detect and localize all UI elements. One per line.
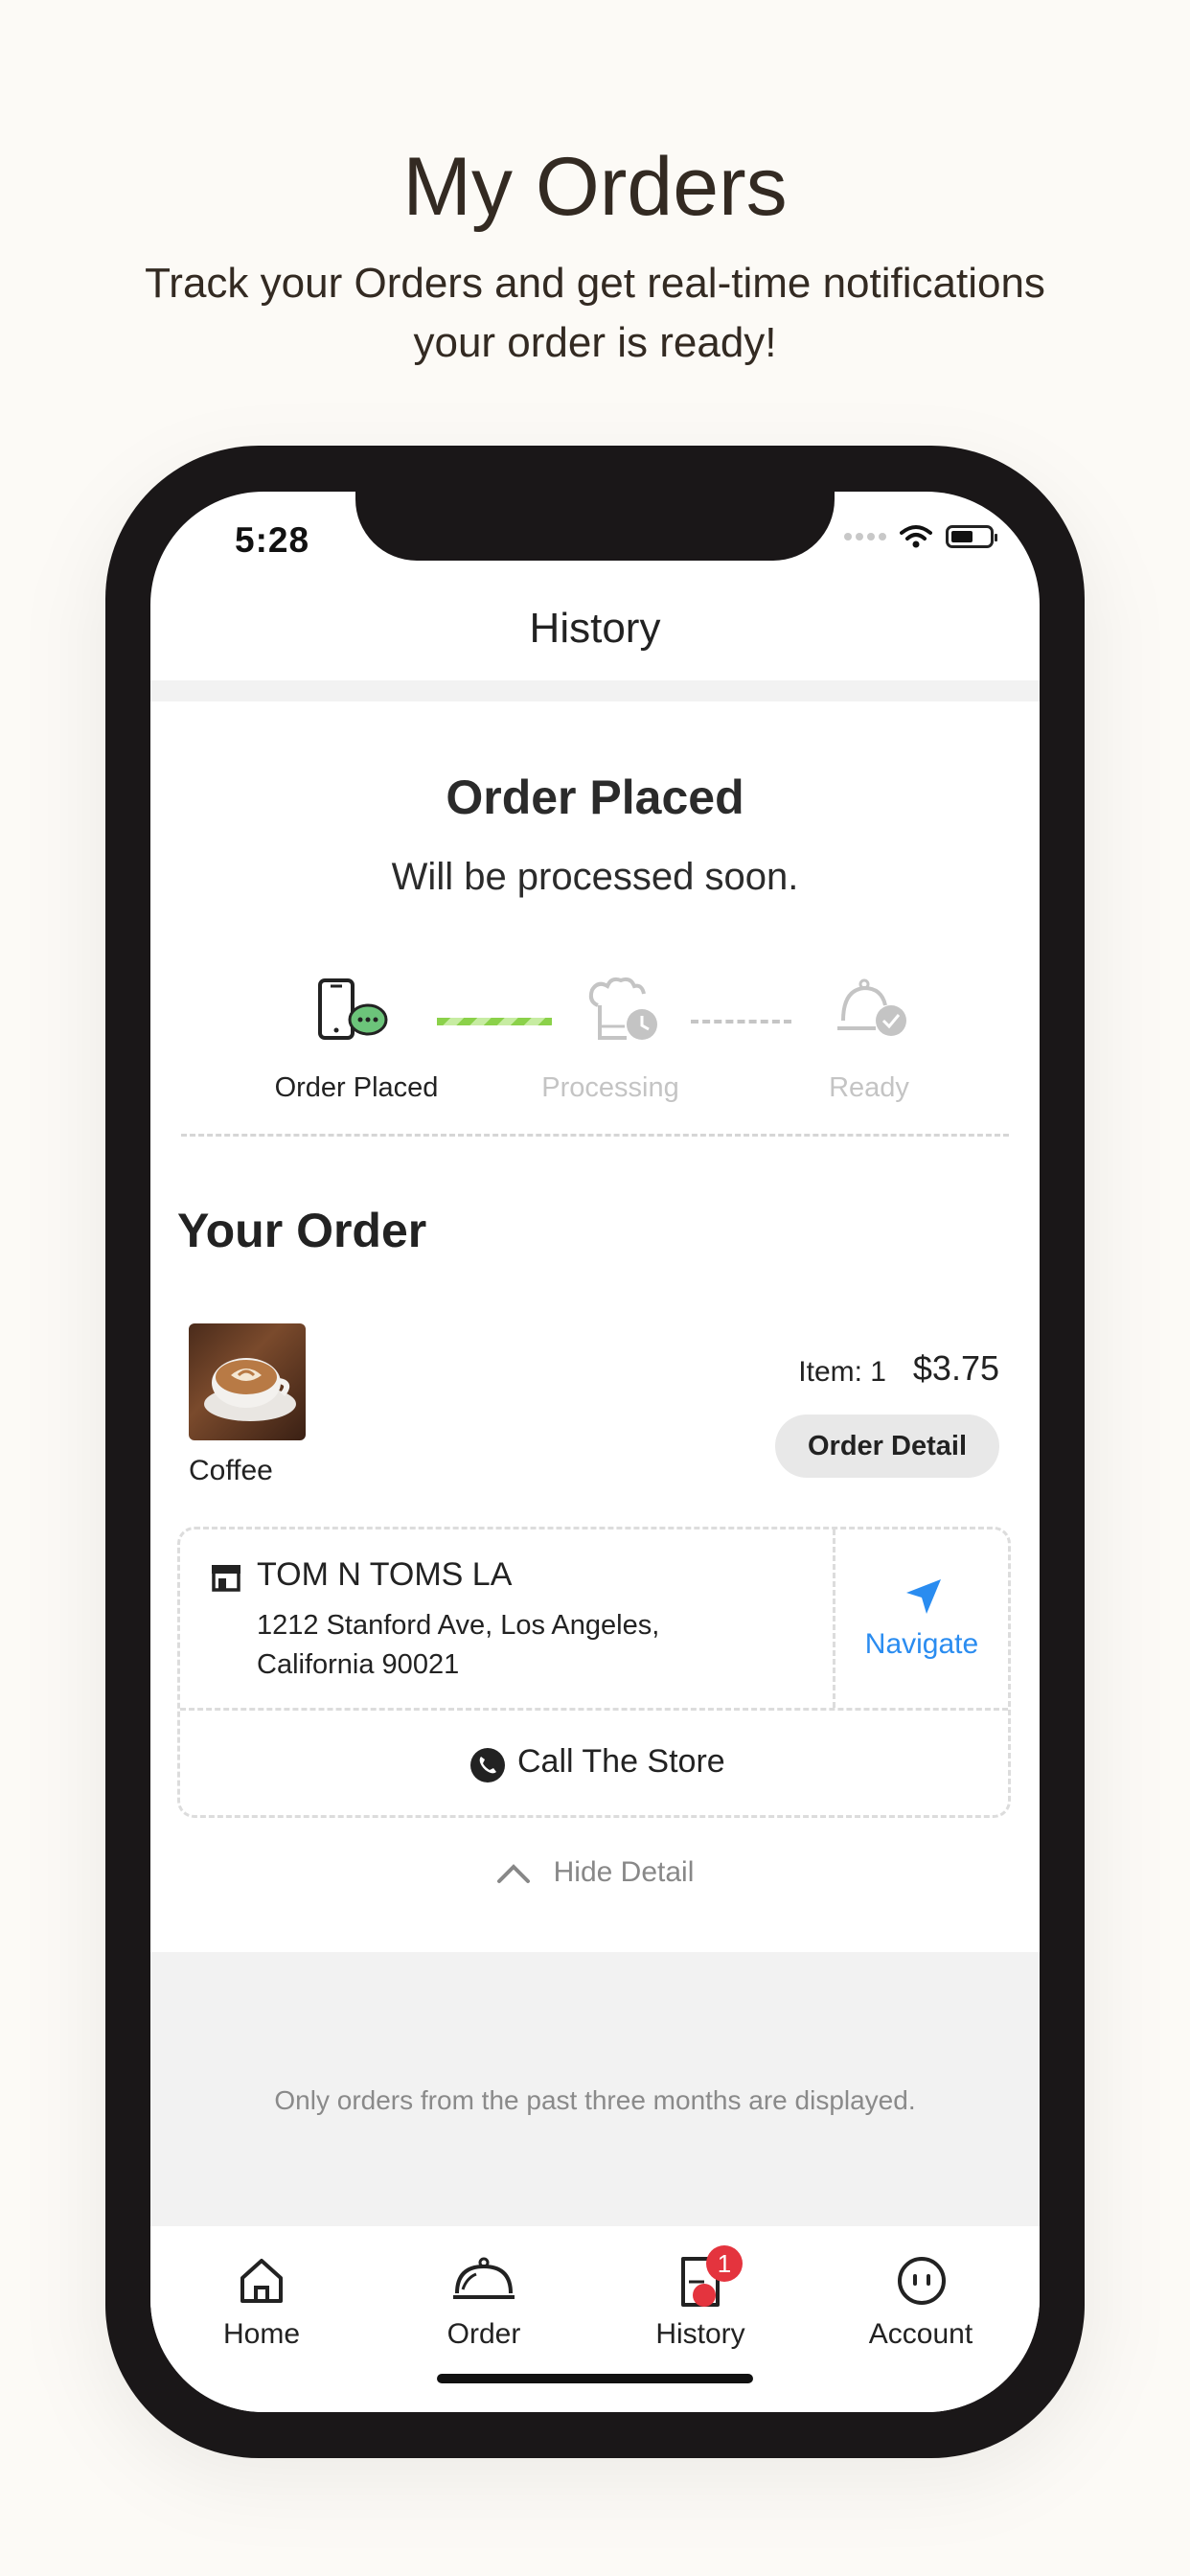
coffee-cup-icon: [204, 1358, 296, 1421]
promo-subtitle-line2: your order is ready!: [413, 319, 777, 366]
hide-detail-label: Hide Detail: [553, 1856, 695, 1888]
promo-subtitle-line1: Track your Orders and get real-time noti…: [145, 260, 1045, 307]
navigate-label: Navigate: [864, 1628, 979, 1660]
header-divider: [150, 680, 1040, 702]
phone-frame: 5:28 History Order Placed Will be proces…: [105, 446, 1085, 2458]
progress-track-done: [437, 1018, 552, 1025]
tab-account[interactable]: Account: [810, 2226, 1032, 2360]
battery-icon: [946, 525, 997, 548]
footer-note: Only orders from the past three months a…: [274, 2085, 916, 2115]
status-icons: [844, 524, 997, 549]
order-status-subtitle: Will be processed soon.: [391, 856, 799, 898]
step-ready: Ready: [783, 1072, 955, 1104]
tab-label: Order: [446, 2318, 521, 2350]
store-address-line2: California 90021: [257, 1649, 460, 1680]
store-card: TOM N TOMS LA 1212 Stanford Ave, Los Ang…: [177, 1527, 1011, 1818]
store-name: TOM N TOMS LA: [257, 1556, 513, 1593]
hide-detail-toggle[interactable]: Hide Detail: [150, 1856, 1040, 1889]
step-label: Ready: [829, 1072, 909, 1103]
order-detail-button[interactable]: Order Detail: [775, 1414, 999, 1478]
house-icon: [240, 2259, 283, 2303]
coffee-image: [189, 1323, 306, 1440]
store-address: 1212 Stanford Ave, Los Angeles, Californ…: [257, 1606, 755, 1685]
order-status-title: Order Placed: [446, 770, 744, 824]
tab-label: Account: [868, 2318, 973, 2350]
store-icon: [212, 1565, 240, 1592]
phone-icon: [470, 1748, 505, 1782]
home-indicator[interactable]: [437, 2374, 753, 2383]
face-icon: [898, 2257, 946, 2305]
phone-chat-icon: [318, 978, 388, 1040]
item-count: Item: 1: [798, 1356, 886, 1388]
call-store-button[interactable]: Call The Store: [180, 1711, 1008, 1816]
navigate-arrow-icon: [906, 1579, 941, 1614]
cloche-icon: [453, 2257, 515, 2299]
tab-label: Home: [222, 2318, 301, 2350]
section-divider: [181, 1134, 1009, 1137]
promo-title: My Orders: [402, 141, 788, 233]
tab-history[interactable]: 1 History: [589, 2226, 812, 2360]
step-processing: Processing: [515, 1072, 706, 1104]
item-name: Coffee: [189, 1455, 273, 1486]
tab-bar: Home Order 1 History Account: [150, 2226, 1040, 2412]
notch: [355, 492, 835, 561]
chef-hat-clock-icon: [588, 977, 657, 1040]
step-order-placed: Order Placed: [256, 1072, 457, 1104]
promo-subtitle: Track your Orders and get real-time noti…: [96, 254, 1094, 373]
signal-icon: [844, 533, 886, 540]
tab-home[interactable]: Home: [150, 2226, 373, 2360]
serving-bell-check-icon: [837, 978, 906, 1036]
progress-track-pending: [691, 1020, 791, 1024]
step-label: Order Placed: [274, 1072, 439, 1103]
wifi-icon: [900, 525, 932, 548]
navigate-button[interactable]: Navigate: [835, 1530, 1008, 1708]
page-title: History: [529, 605, 661, 652]
step-label: Processing: [541, 1072, 679, 1103]
tab-order[interactable]: Order: [373, 2226, 595, 2360]
call-store-label: Call The Store: [517, 1743, 725, 1780]
notification-badge: 1: [706, 2245, 743, 2282]
status-time: 5:28: [235, 520, 310, 560]
your-order-heading: Your Order: [177, 1204, 427, 1257]
item-price: $3.75: [912, 1348, 999, 1388]
store-address-line1: 1212 Stanford Ave, Los Angeles,: [257, 1610, 660, 1641]
tab-label: History: [655, 2318, 745, 2350]
phone-screen: 5:28 History Order Placed Will be proces…: [150, 492, 1040, 2412]
chevron-up-icon: [496, 1864, 530, 1884]
